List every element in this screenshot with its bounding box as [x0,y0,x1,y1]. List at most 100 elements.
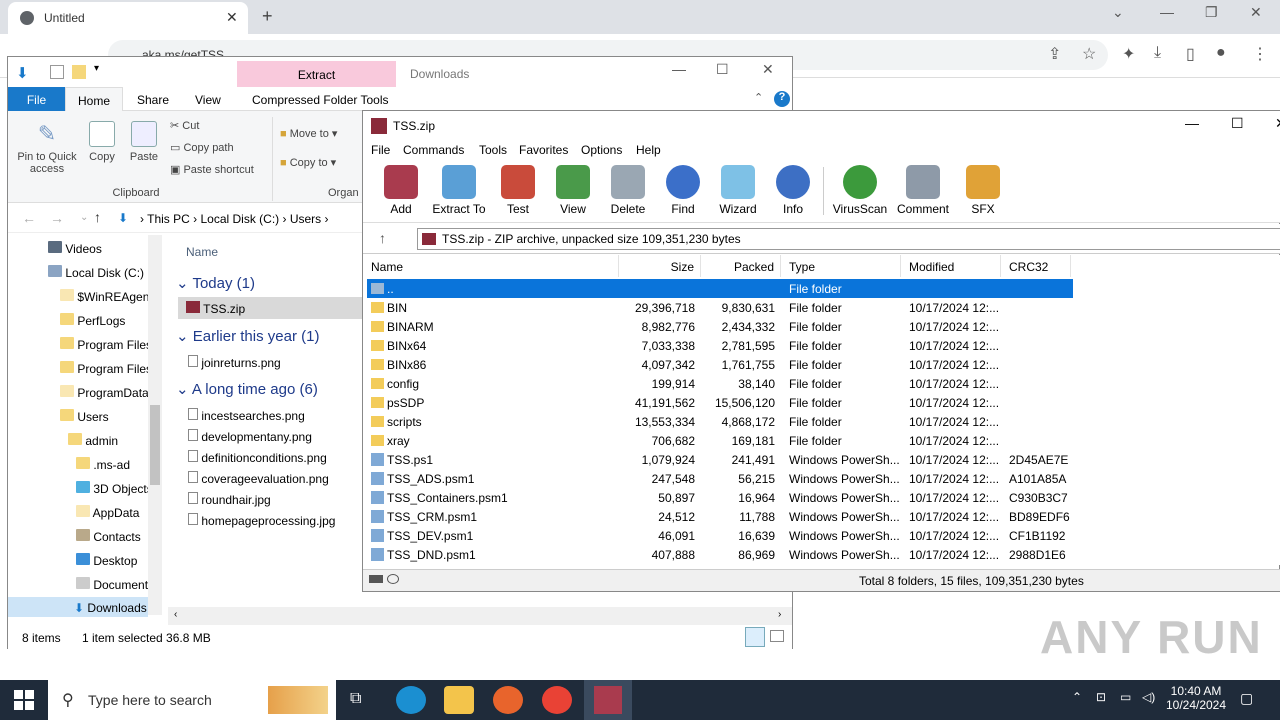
find-button[interactable]: Find [653,165,713,216]
windows-start-icon[interactable] [14,690,34,710]
close-tab-icon[interactable]: ✕ [226,9,238,26]
archive-row[interactable]: TSS_Containers.psm1 50,897 16,964 Windows P… [367,488,1073,507]
add-button[interactable]: Add [371,165,431,216]
column-header-type[interactable]: Type [781,255,901,277]
name-column-header[interactable]: Name [186,245,218,259]
menu-help[interactable]: Help [636,143,661,157]
minimize-button[interactable]: — [1185,115,1199,131]
nav-item-appdata[interactable]: AppData [76,505,139,520]
group-today[interactable]: ⌄ Today (1) [176,274,255,292]
up-folder-icon[interactable]: ↑ [379,230,386,246]
scroll-right-icon[interactable]: › [778,609,781,620]
virusscan-button[interactable]: VirusScan [830,165,890,216]
test-button[interactable]: Test [488,165,548,216]
nav-scrollbar-thumb[interactable] [150,405,160,485]
file-item[interactable]: coverageevaluation.png [188,471,329,486]
nav-item-program-files-x86[interactable]: Program Files [60,361,152,376]
clock[interactable]: 10:40 AM 10/24/2024 [1160,684,1232,712]
tab-search-icon[interactable]: ⌄ [1112,4,1124,21]
close-button[interactable]: ✕ [762,61,774,78]
menu-icon[interactable]: ⋮ [1252,44,1268,64]
nav-item-videos[interactable]: Videos [48,241,102,256]
copy-to-button[interactable]: ■ Copy to ▾ [280,156,336,169]
menu-file[interactable]: File [371,143,390,157]
collapse-ribbon-icon[interactable]: ⌃ [754,91,763,104]
nav-item-local-disk[interactable]: Local Disk (C:) [48,265,144,280]
download-icon[interactable]: ⤓ [1154,44,1161,62]
close-button[interactable]: ✕ [1250,4,1262,21]
menu-commands[interactable]: Commands [403,143,464,157]
side-panel-icon[interactable]: ▯ [1186,44,1195,64]
archive-row[interactable]: .. File folder [367,279,1073,298]
maximize-button[interactable]: ☐ [1231,115,1244,132]
back-icon[interactable]: ← [22,210,36,226]
file-item-tss-zip[interactable]: TSS.zip [178,297,368,319]
nav-item-programdata[interactable]: ProgramData [60,385,149,400]
restore-button[interactable]: ❐ [1205,4,1218,21]
up-icon[interactable]: ↑ [94,209,101,225]
chrome-icon[interactable] [542,686,572,714]
extensions-icon[interactable]: ✦ [1122,44,1135,64]
archive-row[interactable]: BIN 29,396,718 9,830,631 File folder 10/17/2… [367,298,1073,317]
paste-shortcut-button[interactable]: ▣ Paste shortcut [170,163,254,176]
nav-item-desktop[interactable]: Desktop [76,553,137,568]
nav-item-users[interactable]: Users [60,409,109,424]
horizontal-scrollbar[interactable]: ‹ › [168,607,792,625]
archive-row[interactable]: TSS_CRM.psm1 24,512 11,788 Windows PowerSh.… [367,507,1073,526]
archive-path-box[interactable]: TSS.zip - ZIP archive, unpacked size 109… [417,228,1280,250]
archive-row[interactable]: scripts 13,553,334 4,868,172 File folder 10/… [367,412,1073,431]
recent-icon[interactable]: ⌄ [80,212,88,223]
view-button[interactable]: View [543,165,603,216]
column-header-crc32[interactable]: CRC32 [1001,255,1071,277]
copy-button[interactable]: Copy [86,121,118,163]
nav-item-3d-objects[interactable]: 3D Objects [76,481,153,496]
chevron-up-icon[interactable]: ⌃ [1072,690,1082,704]
menu-tools[interactable]: Tools [479,143,507,157]
archive-row[interactable]: BINARM 8,982,776 2,434,332 File folder 10/17… [367,317,1073,336]
archive-row[interactable]: TSS_DEV.psm1 46,091 16,639 Windows PowerSh.… [367,526,1073,545]
file-item[interactable]: developmentany.png [188,429,312,444]
nav-item-winreagent[interactable]: $WinREAgent [60,289,153,304]
nav-item-admin[interactable]: admin [68,433,118,448]
column-header-size[interactable]: Size [619,255,701,277]
large-icons-view-icon[interactable] [770,630,784,642]
info-button[interactable]: Info [763,165,823,216]
winrar-taskbar-button[interactable] [584,680,632,720]
pin-quick-access-button[interactable]: ✎ Pin to Quick access [14,121,80,175]
tab-view[interactable]: View [195,93,221,107]
tab-home[interactable]: Home [65,87,123,112]
copy-path-button[interactable]: ▭ Copy path [170,141,234,154]
new-folder-icon[interactable] [72,65,86,79]
extract-to-button[interactable]: Extract To [429,165,489,216]
minimize-button[interactable]: — [672,61,686,77]
file-item[interactable]: incestsearches.png [188,408,305,423]
nav-item-documents[interactable]: Documents [76,577,154,592]
cut-button[interactable]: ✂ Cut [170,119,199,132]
network-icon[interactable]: ⊡ [1096,690,1106,704]
star-icon[interactable]: ☆ [1082,44,1096,64]
maximize-button[interactable]: ☐ [716,61,729,78]
crumb-local-disk[interactable]: Local Disk (C:) [200,212,279,226]
file-explorer-icon[interactable] [444,686,474,714]
archive-row[interactable]: BINx86 4,097,342 1,761,755 File folder 10/17… [367,355,1073,374]
edge-icon[interactable] [396,686,426,714]
display-icon[interactable]: ▭ [1120,690,1131,704]
notification-icon[interactable]: ▢ [1240,690,1253,707]
browser-tab[interactable]: Untitled ✕ [8,2,248,34]
file-item[interactable]: roundhair.jpg [188,492,271,507]
menu-favorites[interactable]: Favorites [519,143,568,157]
tab-share[interactable]: Share [137,93,169,107]
sfx-button[interactable]: SFX [953,165,1013,216]
close-button[interactable]: ✕ [1275,115,1280,132]
details-view-icon[interactable] [745,627,765,647]
new-tab-button[interactable]: + [262,6,273,27]
column-header-name[interactable]: Name [363,255,619,277]
menu-options[interactable]: Options [581,143,622,157]
crumb-users[interactable]: Users [290,212,321,226]
archive-row[interactable]: psSDP 41,191,562 15,506,120 File folder 10/1… [367,393,1073,412]
archive-row[interactable]: TSS_DND.psm1 407,888 86,969 Windows PowerSh… [367,545,1073,564]
file-item[interactable]: homepageprocessing.jpg [188,513,335,528]
nav-item-ms-ad[interactable]: .ms-ad [76,457,130,472]
extract-context-tab[interactable]: Extract [237,61,396,89]
down-arrow-icon[interactable]: ⬇ [16,64,32,82]
